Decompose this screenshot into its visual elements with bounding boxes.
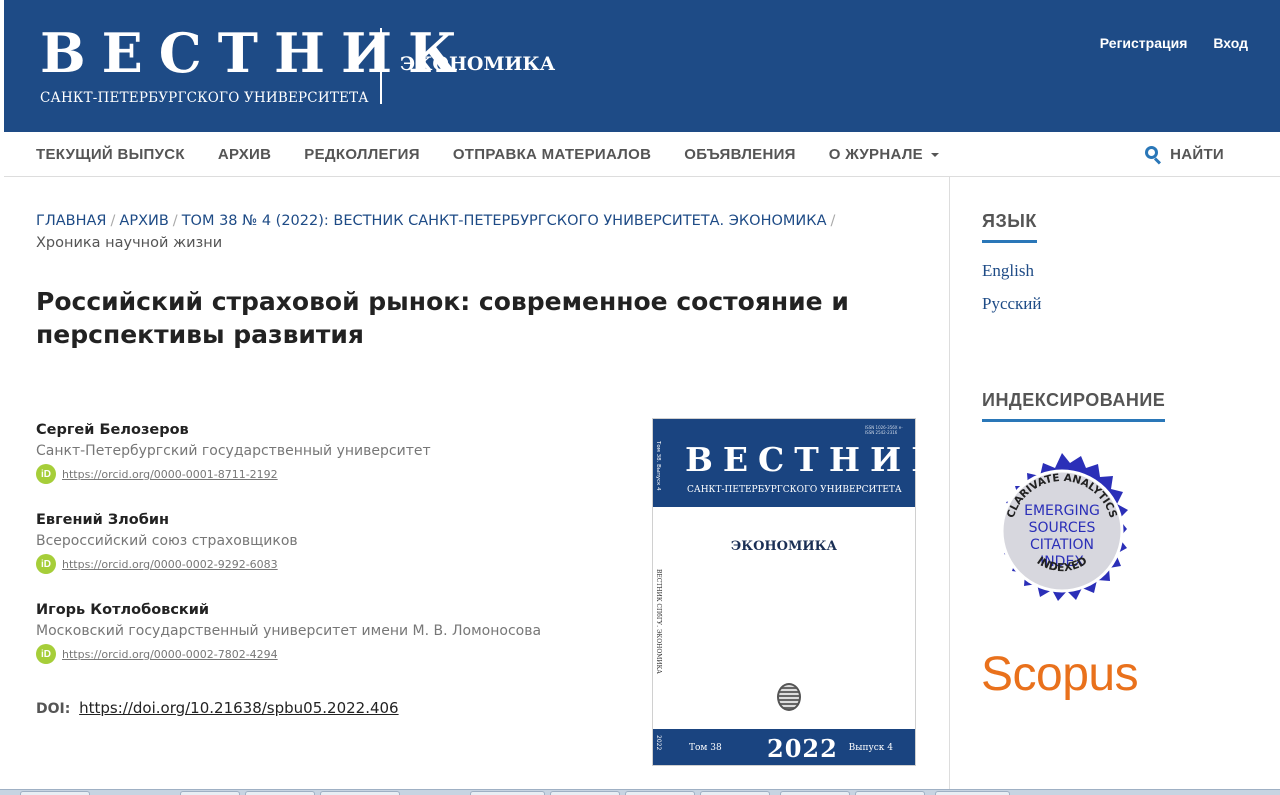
cover-volume: Том 38 [689,743,722,753]
search-icon [1145,146,1162,165]
doi: DOI: https://doi.org/10.21638/spbu05.202… [36,699,399,717]
breadcrumb-home[interactable]: ГЛАВНАЯ [36,213,107,229]
author-item: Евгений Злобин Всероссийский союз страхо… [36,510,616,600]
site-header: ВЕСТНИК САНКТ-ПЕТЕРБУРГСКОГО УНИВЕРСИТЕТ… [4,0,1280,132]
breadcrumb-current: Хроника научной жизни [36,235,223,251]
cover-issue: Выпуск 4 [848,743,893,753]
user-nav: Регистрация Вход [1100,35,1248,51]
cover-wordmark: ВЕСТНИК [685,440,952,479]
os-taskbar [0,789,1280,795]
nav-about-label: О ЖУРНАЛЕ [828,146,923,163]
register-link[interactable]: Регистрация [1100,35,1188,51]
breadcrumb-separator: / [172,213,178,229]
nav-about-dropdown[interactable]: О ЖУРНАЛЕ [829,146,939,163]
nav-archive[interactable]: АРХИВ [218,146,271,163]
author-affiliation: Московский государственный университет и… [36,623,542,639]
taskbar-button[interactable] [855,791,925,795]
cover-subtitle: САНКТ-ПЕТЕРБУРГСКОГО УНИВЕРСИТЕТА [687,485,902,495]
cover-spine-year: 2022 [655,735,662,751]
breadcrumb-separator: / [110,213,116,229]
language-block-title: ЯЗЫК [982,211,1037,243]
university-emblem-icon [777,683,801,711]
main-nav: ТЕКУЩИЙ ВЫПУСК АРХИВ РЕДКОЛЛЕГИЯ ОТПРАВК… [4,132,1280,177]
taskbar-button[interactable] [470,791,545,795]
breadcrumb-archive[interactable]: АРХИВ [119,213,168,229]
issue-cover-image[interactable]: Том 38. Выпуск 4 ISSN 1026-356X e-ISSN 2… [652,418,941,766]
author-name: Сергей Белозеров [36,422,189,438]
taskbar-button[interactable] [180,791,240,795]
nav-submissions[interactable]: ОТПРАВКА МАТЕРИАЛОВ [453,146,651,163]
doi-link[interactable]: https://doi.org/10.21638/spbu05.2022.406 [79,699,398,717]
author-item: Игорь Котлобовский Московский государств… [36,600,616,690]
cover-year: 2022 [767,734,838,763]
taskbar-button[interactable] [245,791,315,795]
search-button[interactable]: НАЙТИ [1145,132,1224,177]
taskbar-button[interactable] [700,791,770,795]
cover-section: ЭКОНОМИКА [730,539,838,554]
cover-spine-title: ВЕСТНИК СПбГУ. ЭКОНОМИКА [655,569,662,674]
search-label: НАЙТИ [1170,146,1224,163]
author-name: Игорь Котлобовский [36,602,210,618]
esci-line-3: CITATION [1030,537,1094,553]
taskbar-button[interactable] [625,791,695,795]
journal-section-title[interactable]: ЭКОНОМИКА [400,53,555,75]
nav-current-issue[interactable]: ТЕКУЩИЙ ВЫПУСК [36,146,185,163]
author-list: Сергей Белозеров Санкт-Петербургский гос… [36,420,616,690]
language-russian-link[interactable]: Русский [982,294,1042,314]
login-link[interactable]: Вход [1213,35,1248,51]
breadcrumb-issue[interactable]: ТОМ 38 № 4 (2022): ВЕСТНИК САНКТ-ПЕТЕРБУ… [182,213,827,229]
orcid-icon: iD [36,464,56,484]
sidebar: ЯЗЫК English Русский ИНДЕКСИРОВАНИЕ CLAR… [949,177,1280,789]
main-content: ГЛАВНАЯ / АРХИВ / ТОМ 38 № 4 (2022): ВЕСТНИК… [4,177,948,789]
author-item: Сергей Белозеров Санкт-Петербургский гос… [36,420,616,510]
cover-spine-text: Том 38. Выпуск 4 [655,441,661,491]
orcid-link[interactable]: https://orcid.org/0000-0002-9292-6083 [62,558,278,571]
logo-subtitle[interactable]: САНКТ-ПЕТЕРБУРГСКОГО УНИВЕРСИТЕТА [40,90,369,106]
esci-line-2: SOURCES [1029,520,1096,536]
taskbar-button[interactable] [935,791,1010,795]
orcid-link[interactable]: https://orcid.org/0000-0001-8711-2192 [62,468,278,481]
nav-editorial-board[interactable]: РЕДКОЛЛЕГИЯ [304,146,420,163]
orcid-link[interactable]: https://orcid.org/0000-0002-7802-4294 [62,648,278,661]
caret-down-icon [930,152,939,157]
orcid-icon: iD [36,554,56,574]
author-affiliation: Всероссийский союз страховщиков [36,533,298,549]
article-title: Российский страховой рынок: современное … [36,287,849,349]
taskbar-button[interactable] [550,791,620,795]
nav-announcements[interactable]: ОБЪЯВЛЕНИЯ [684,146,796,163]
orcid-icon: iD [36,644,56,664]
author-affiliation: Санкт-Петербургский государственный унив… [36,443,431,459]
cover-bottom-band: 2022 Том 38 2022 Выпуск 4 [653,729,915,765]
logo-divider [380,28,382,104]
doi-label: DOI: [36,701,71,717]
cover-issn: ISSN 1026-356X e-ISSN 2542-2316 [865,425,903,435]
scopus-logo[interactable]: Scopus [981,647,1139,702]
esci-badge[interactable]: CLARIVATE ANALYTICS EMERGING SOURCES CIT… [982,451,1142,611]
indexing-block-title: ИНДЕКСИРОВАНИЕ [982,390,1166,422]
taskbar-button[interactable] [20,791,90,795]
language-english-link[interactable]: English [982,261,1034,281]
taskbar-button[interactable] [780,791,850,795]
esci-line-1: EMERGING [1024,503,1100,519]
taskbar-button[interactable] [320,791,400,795]
cover-top-band: Том 38. Выпуск 4 ISSN 1026-356X e-ISSN 2… [653,419,941,507]
breadcrumb: ГЛАВНАЯ / АРХИВ / ТОМ 38 № 4 (2022): ВЕСТНИК… [36,210,916,254]
author-name: Евгений Злобин [36,512,170,528]
breadcrumb-separator: / [830,213,836,229]
